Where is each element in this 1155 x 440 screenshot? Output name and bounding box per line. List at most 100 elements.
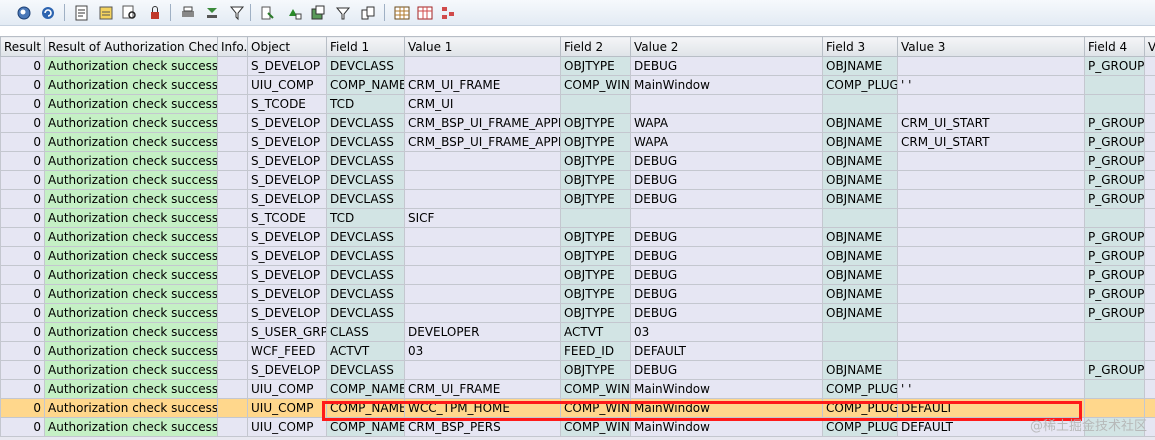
table-row[interactable]: 0 Authorization check successful S_DEVELOP… xyxy=(0,303,1155,323)
table-cell[interactable]: Authorization check successful xyxy=(44,189,218,209)
table-cell[interactable] xyxy=(404,151,561,171)
table-cell[interactable]: MainWindow xyxy=(630,398,823,418)
table-cell[interactable]: CRM_UI_FRAME xyxy=(404,379,561,399)
table-cell[interactable]: S_TCODE xyxy=(247,94,327,114)
table-cell[interactable]: OBJTYPE xyxy=(560,56,631,76)
table-cell[interactable] xyxy=(1144,56,1155,76)
table-cell[interactable] xyxy=(1144,170,1155,190)
table-cell[interactable]: 0 xyxy=(0,113,45,133)
table-cell[interactable] xyxy=(630,208,823,228)
table-cell[interactable]: DEVCLASS xyxy=(326,284,405,304)
select-all-button[interactable] xyxy=(96,3,114,21)
print-button[interactable] xyxy=(178,3,196,21)
table-cell[interactable]: OBJTYPE xyxy=(560,246,631,266)
table-cell[interactable]: OBJNAME xyxy=(822,151,898,171)
table-cell[interactable] xyxy=(1084,94,1145,114)
table-cell[interactable] xyxy=(217,208,248,228)
table-cell[interactable]: ' ' xyxy=(897,75,1085,95)
table-cell[interactable]: P_GROUP xyxy=(1084,284,1145,304)
table-cell[interactable]: 0 xyxy=(0,56,45,76)
table-cell[interactable]: TCD xyxy=(326,94,405,114)
table-row[interactable]: 0 Authorization check successful S_TCODE TC… xyxy=(0,94,1155,114)
table-cell[interactable]: OBJTYPE xyxy=(560,284,631,304)
reload-button[interactable] xyxy=(38,3,56,21)
table-cell[interactable]: COMP_NAME xyxy=(326,417,405,437)
table-cell[interactable] xyxy=(217,246,248,266)
table-cell[interactable]: DEVCLASS xyxy=(326,360,405,380)
table-cell[interactable]: P_GROUP xyxy=(1084,113,1145,133)
table-cell[interactable]: DEFAULT xyxy=(630,341,823,361)
table-cell[interactable]: 0 xyxy=(0,208,45,228)
table-cell[interactable]: 0 xyxy=(0,322,45,342)
table-row[interactable]: 0 Authorization check successful S_DEVELOP… xyxy=(0,132,1155,152)
table-cell[interactable]: 0 xyxy=(0,417,45,437)
table-cell[interactable]: Authorization check successful xyxy=(44,303,218,323)
table-cell[interactable]: S_DEVELOP xyxy=(247,246,327,266)
layout-button[interactable] xyxy=(333,3,351,21)
table-cell[interactable]: Authorization check successful xyxy=(44,56,218,76)
subtotal-button[interactable] xyxy=(284,3,302,21)
table-cell[interactable]: 0 xyxy=(0,151,45,171)
table-cell[interactable]: DEVCLASS xyxy=(326,303,405,323)
table-cell[interactable]: DEVCLASS xyxy=(326,113,405,133)
table-cell[interactable] xyxy=(897,360,1085,380)
filter-button[interactable] xyxy=(227,3,245,21)
table-cell[interactable] xyxy=(897,208,1085,228)
details-button[interactable] xyxy=(72,3,90,21)
table-cell[interactable] xyxy=(822,322,898,342)
table-cell[interactable] xyxy=(1144,94,1155,114)
table-cell[interactable] xyxy=(217,360,248,380)
view-button[interactable] xyxy=(358,3,376,21)
table-row[interactable]: 0 Authorization check successful S_DEVELOP… xyxy=(0,227,1155,247)
table-cell[interactable]: DEBUG xyxy=(630,227,823,247)
table-cell[interactable] xyxy=(1144,284,1155,304)
table-cell[interactable] xyxy=(1084,379,1145,399)
table-cell[interactable]: 0 xyxy=(0,360,45,380)
table-row[interactable]: 0 Authorization check successful UIU_COMP C… xyxy=(0,417,1155,437)
table-row[interactable]: 0 Authorization check successful S_DEVELOP… xyxy=(0,56,1155,76)
table-cell[interactable]: Authorization check successful xyxy=(44,322,218,342)
table-cell[interactable]: COMP_PLUG xyxy=(822,398,898,418)
table-cell[interactable]: COMP_PLUG xyxy=(822,75,898,95)
table-row[interactable]: 0 Authorization check successful WCF_FEED A… xyxy=(0,341,1155,361)
table-cell[interactable]: TCD xyxy=(326,208,405,228)
lock-button[interactable] xyxy=(145,3,163,21)
table-cell[interactable]: Authorization check successful xyxy=(44,113,218,133)
table-cell[interactable] xyxy=(897,341,1085,361)
table-cell[interactable]: Authorization check successful xyxy=(44,417,218,437)
table-cell[interactable]: 0 xyxy=(0,246,45,266)
table-cell[interactable]: DEVCLASS xyxy=(326,265,405,285)
table-cell[interactable]: Authorization check successful xyxy=(44,398,218,418)
table-cell[interactable] xyxy=(822,208,898,228)
table-cell[interactable]: COMP_WIN xyxy=(560,417,631,437)
refresh-button[interactable] xyxy=(14,3,32,21)
table-cell[interactable]: WCC_TPM_HOME xyxy=(404,398,561,418)
table-cell[interactable]: OBJTYPE xyxy=(560,189,631,209)
table-cell[interactable] xyxy=(897,322,1085,342)
column-header[interactable]: Field 1 xyxy=(326,36,405,57)
table-cell[interactable] xyxy=(217,189,248,209)
table-cell[interactable]: COMP_NAME xyxy=(326,75,405,95)
table-cell[interactable]: CRM_BSP_PERS xyxy=(404,417,561,437)
table-cell[interactable] xyxy=(1144,132,1155,152)
table-cell[interactable]: MainWindow xyxy=(630,417,823,437)
column-header[interactable]: Object xyxy=(247,36,327,57)
table-cell[interactable] xyxy=(217,284,248,304)
table-cell[interactable]: 0 xyxy=(0,379,45,399)
table-cell[interactable] xyxy=(404,303,561,323)
table-cell[interactable] xyxy=(897,265,1085,285)
table-cell[interactable] xyxy=(1144,189,1155,209)
table-cell[interactable]: OBJNAME xyxy=(822,284,898,304)
table-row[interactable]: 0 Authorization check successful S_DEVELOP… xyxy=(0,284,1155,304)
table-cell[interactable]: S_DEVELOP xyxy=(247,227,327,247)
table-cell[interactable] xyxy=(404,265,561,285)
table-cell[interactable]: ACTVT xyxy=(560,322,631,342)
table-cell[interactable] xyxy=(217,265,248,285)
table-cell[interactable] xyxy=(1084,208,1145,228)
table-cell[interactable] xyxy=(897,189,1085,209)
table-cell[interactable]: 0 xyxy=(0,303,45,323)
table-cell[interactable]: 0 xyxy=(0,132,45,152)
table-cell[interactable]: OBJNAME xyxy=(822,303,898,323)
table-cell[interactable]: DEBUG xyxy=(630,284,823,304)
table-cell[interactable] xyxy=(560,208,631,228)
